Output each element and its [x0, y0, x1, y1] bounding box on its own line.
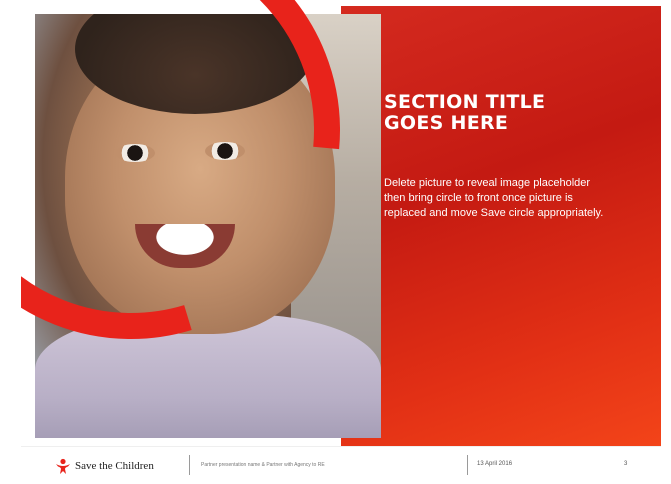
section-title: SECTION TITLE GOES HERE — [384, 92, 624, 134]
presentation-date: 13 April 2016 — [477, 461, 513, 467]
save-the-children-logo: Save the Children — [55, 458, 154, 474]
page-number: 3 — [624, 461, 628, 467]
footer-divider — [467, 455, 468, 475]
section-title-line-2: GOES HERE — [384, 112, 509, 134]
slide-body-text: Delete picture to reveal image placehold… — [384, 177, 604, 219]
section-title-line-1: SECTION TITLE — [384, 91, 546, 113]
child-photo[interactable] — [35, 14, 381, 438]
slide — [21, 0, 661, 483]
photo-right-eye — [205, 142, 245, 160]
brand-name: Save the Children — [75, 460, 154, 472]
red-background-panel — [341, 6, 661, 446]
save-the-children-figure-icon — [56, 458, 70, 474]
photo-left-eye — [115, 144, 155, 162]
top-white-strip — [341, 0, 661, 6]
presentation-title: Partner presentation name & Partner with… — [201, 462, 325, 468]
footer-divider — [189, 455, 190, 475]
slide-footer: Save the Children Partner presentation n… — [21, 446, 661, 484]
